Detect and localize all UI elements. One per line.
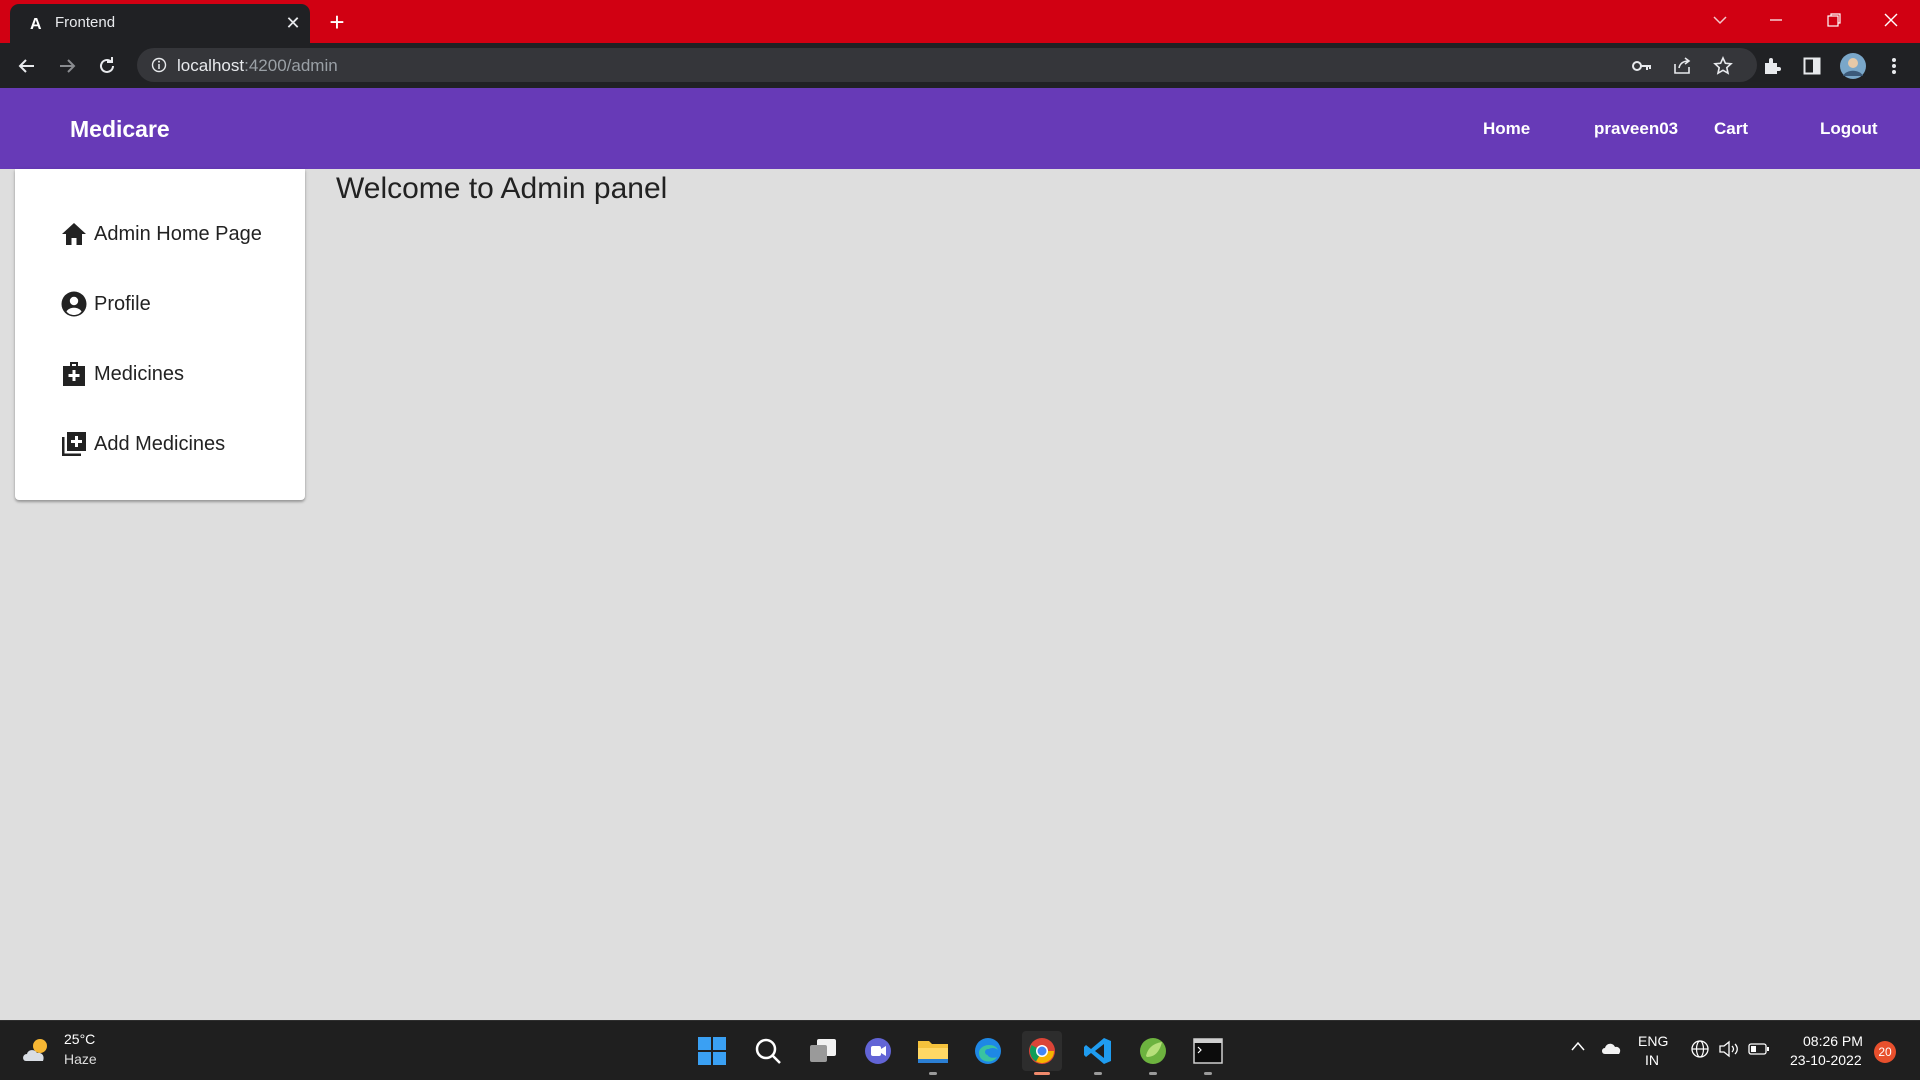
clock-time[interactable]: 08:26 PM	[1803, 1033, 1863, 1049]
sidebar-item-label: Add Medicines	[94, 432, 226, 455]
running-indicator	[929, 1072, 937, 1075]
reload-icon[interactable]	[90, 49, 124, 83]
notification-badge[interactable]: 20	[1874, 1041, 1896, 1063]
browser-tab-frontend[interactable]: A Frontend ✕	[10, 4, 310, 43]
teams-chat-icon[interactable]	[858, 1031, 898, 1071]
nav-cart-link[interactable]: Cart	[1714, 119, 1748, 139]
weather-haze-icon[interactable]	[20, 1035, 56, 1067]
admin-sidebar: Admin Home Page Profile Medicines Add Me…	[15, 169, 305, 500]
nav-logout-link[interactable]: Logout	[1820, 119, 1878, 139]
sidebar-item-label: Profile	[94, 292, 151, 315]
angular-icon: A	[30, 16, 42, 33]
onedrive-icon[interactable]	[1600, 1041, 1622, 1058]
weather-description[interactable]: Haze	[64, 1051, 97, 1067]
profile-avatar-icon[interactable]	[1836, 49, 1870, 83]
edge-icon[interactable]	[968, 1031, 1008, 1071]
home-icon	[60, 220, 88, 248]
share-icon[interactable]	[1665, 49, 1699, 83]
windows-taskbar: 25°C Haze ENG IN 08:26 PM 23-10-2022 20	[0, 1020, 1920, 1080]
app-header: Medicare Home praveen03 Cart Logout	[0, 88, 1920, 169]
running-indicator	[1094, 1072, 1102, 1075]
sidebar-item-add-medicines[interactable]: Add Medicines	[60, 424, 290, 464]
tab-close-icon[interactable]: ✕	[280, 10, 306, 36]
sidebar-item-admin-home[interactable]: Admin Home Page	[60, 214, 290, 254]
page-title: Welcome to Admin panel	[336, 172, 668, 205]
account-circle-icon	[60, 290, 88, 318]
url-text: localhost:4200/admin	[177, 56, 338, 75]
sidebar-item-profile[interactable]: Profile	[60, 284, 290, 324]
weather-temperature[interactable]: 25°C	[64, 1031, 95, 1047]
show-hidden-icons-icon[interactable]	[1570, 1039, 1586, 1055]
battery-icon[interactable]	[1748, 1039, 1770, 1062]
forward-icon[interactable]	[50, 49, 84, 83]
site-info-icon[interactable]	[151, 57, 167, 73]
vscode-icon[interactable]	[1078, 1031, 1118, 1075]
start-icon[interactable]	[692, 1031, 732, 1071]
task-view-icon[interactable]	[803, 1031, 843, 1071]
key-icon[interactable]	[1625, 49, 1659, 83]
library-add-icon	[60, 430, 88, 458]
close-window-icon[interactable]	[1863, 0, 1919, 40]
running-indicator	[1149, 1072, 1157, 1075]
svg-text:A: A	[30, 16, 42, 33]
side-panel-icon[interactable]	[1795, 49, 1829, 83]
address-bar[interactable]: localhost:4200/admin	[137, 48, 1757, 82]
extensions-icon[interactable]	[1755, 49, 1789, 83]
restore-icon[interactable]	[1806, 0, 1862, 40]
nav-user-link[interactable]: praveen03	[1594, 119, 1678, 139]
chrome-menu-icon[interactable]	[1877, 49, 1911, 83]
back-icon[interactable]	[10, 49, 44, 83]
spring-tools-icon[interactable]	[1133, 1031, 1173, 1075]
file-explorer-icon[interactable]	[913, 1031, 953, 1075]
tab-title: Frontend	[55, 14, 116, 31]
sidebar-item-label: Admin Home Page	[94, 222, 262, 245]
volume-icon[interactable]	[1718, 1039, 1740, 1062]
sidebar-item-medicines[interactable]: Medicines	[60, 354, 290, 394]
new-tab-button[interactable]: +	[322, 7, 352, 37]
language-indicator-line2[interactable]: IN	[1645, 1052, 1659, 1068]
tab-search-icon[interactable]	[1692, 0, 1748, 40]
medical-bag-icon	[60, 360, 88, 388]
terminal-icon[interactable]	[1188, 1031, 1228, 1075]
minimize-icon[interactable]	[1748, 0, 1804, 40]
browser-tab-bar: A Frontend ✕ +	[0, 0, 1920, 43]
sidebar-item-label: Medicines	[94, 362, 185, 385]
active-indicator	[1034, 1072, 1050, 1075]
nav-home-link[interactable]: Home	[1483, 119, 1530, 139]
search-icon[interactable]	[748, 1031, 788, 1071]
browser-toolbar: localhost:4200/admin	[0, 43, 1920, 88]
chrome-icon[interactable]	[1022, 1031, 1062, 1075]
language-indicator-line1[interactable]: ENG	[1638, 1033, 1668, 1049]
bookmark-star-icon[interactable]	[1706, 49, 1740, 83]
brand-title[interactable]: Medicare	[70, 116, 170, 143]
network-globe-icon[interactable]	[1690, 1039, 1710, 1062]
running-indicator	[1204, 1072, 1212, 1075]
clock-date[interactable]: 23-10-2022	[1790, 1052, 1862, 1068]
